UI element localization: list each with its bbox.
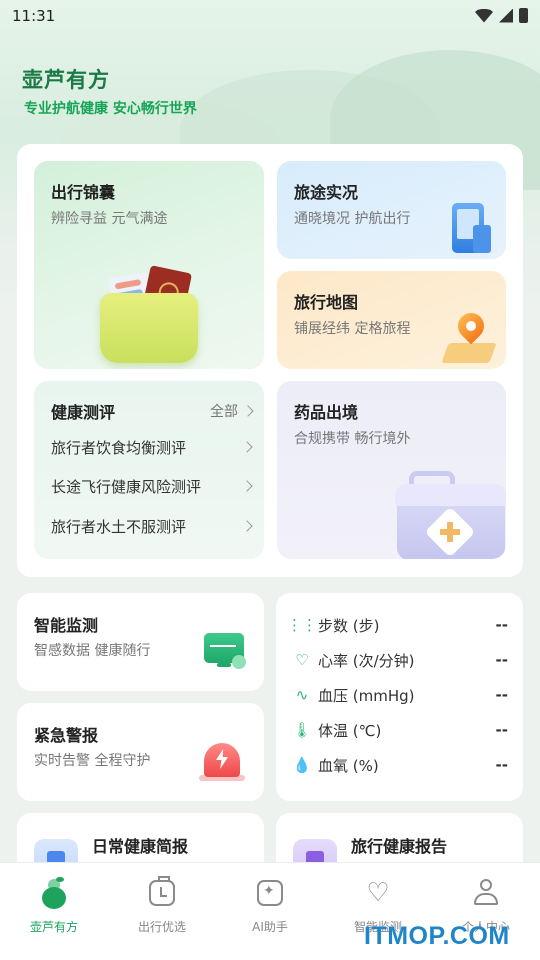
thermometer-icon: 🌡 <box>292 721 312 739</box>
travel-map-tile[interactable]: 旅行地图 铺展经纬 定格旅程 <box>277 271 506 369</box>
phone-icon <box>473 225 491 253</box>
assessment-item-label: 旅行者水土不服测评 <box>51 518 187 536</box>
card-subtitle: 智感数据 健康随行 <box>34 643 151 659</box>
vital-value: -- <box>495 756 508 774</box>
person-icon <box>470 877 502 909</box>
monitor-stand-icon <box>217 663 231 667</box>
assessment-item[interactable]: 旅行者水土不服测评 <box>51 516 253 537</box>
drop-icon: 💧 <box>292 756 312 774</box>
tile-title: 出行锦囊 <box>51 183 116 202</box>
vital-row-blood-pressure: ∿ 血压 (mmHg) -- <box>292 683 508 707</box>
tile-title: 旅行地图 <box>294 293 359 312</box>
feature-panel: 出行锦囊 辨险寻益 元气满途 旅途实况 通晓境况 护航出行 旅行地图 铺展经纬 … <box>17 144 523 577</box>
pulse-icon: ∿ <box>295 686 309 704</box>
status-icons <box>475 8 528 23</box>
travel-tips-tile[interactable]: 出行锦囊 辨险寻益 元气满途 <box>34 161 264 369</box>
folder-front-icon <box>100 293 198 363</box>
tile-title: 旅途实况 <box>294 183 359 202</box>
watermark: ITMOP.COM <box>364 922 510 950</box>
luggage-icon <box>146 876 178 909</box>
assessment-item-label: 旅行者饮食均衡测评 <box>51 439 187 457</box>
map-icon <box>441 343 497 363</box>
card-title: 紧急警报 <box>34 726 99 745</box>
heart-rate-icon: ♡ <box>295 651 309 669</box>
tile-title: 健康测评 <box>51 403 116 422</box>
health-assessment-tile: 健康测评 全部 旅行者饮食均衡测评 长途飞行健康风险测评 旅行者水土不服测评 <box>34 381 264 559</box>
status-time: 11:31 <box>12 7 56 25</box>
vital-label: 血压 (mmHg) <box>318 686 415 705</box>
vital-label: 步数 (步) <box>318 616 380 635</box>
map-pin-icon <box>452 307 490 345</box>
battery-icon <box>519 8 528 23</box>
view-all-label: 全部 <box>210 404 238 420</box>
assessment-item[interactable]: 旅行者饮食均衡测评 <box>51 437 253 458</box>
app-title: 壶芦有方 <box>22 68 110 92</box>
tab-label: 壶芦有方 <box>29 920 78 934</box>
vital-row-heart-rate: ♡ 心率 (次/分钟) -- <box>292 648 508 672</box>
tab-ai-assistant[interactable]: AI助手 <box>216 863 324 960</box>
heart-icon: ♡ <box>366 878 390 908</box>
chevron-right-icon <box>241 520 253 532</box>
vital-row-temperature: 🌡 体温 (℃) -- <box>292 718 508 742</box>
vital-label: 心率 (次/分钟) <box>318 651 415 670</box>
chevron-right-icon <box>241 441 253 453</box>
status-bar: 11:31 <box>0 0 540 32</box>
vitals-card[interactable]: ⋮⋮ 步数 (步) -- ♡ 心率 (次/分钟) -- ∿ 血压 (mmHg) … <box>276 593 523 801</box>
emergency-alarm-card[interactable]: 紧急警报 实时告警 全程守护 <box>17 703 264 801</box>
vital-value: -- <box>495 721 508 739</box>
assessment-item[interactable]: 长途飞行健康风险测评 <box>51 476 253 497</box>
smart-monitor-card[interactable]: 智能监测 智感数据 健康随行 <box>17 593 264 691</box>
tab-label: 出行优选 <box>137 920 186 934</box>
signal-icon <box>499 8 513 23</box>
card-title: 智能监测 <box>34 616 99 635</box>
vital-label: 血氧 (%) <box>318 756 379 775</box>
tab-label: AI助手 <box>252 920 288 934</box>
tile-subtitle: 铺展经纬 定格旅程 <box>294 321 411 337</box>
assessment-item-label: 长途飞行健康风险测评 <box>51 478 202 496</box>
vital-row-steps: ⋮⋮ 步数 (步) -- <box>287 613 508 637</box>
travel-status-tile[interactable]: 旅途实况 通晓境况 护航出行 <box>277 161 506 259</box>
card-title: 日常健康简报 <box>92 837 189 856</box>
chevron-right-icon <box>242 405 254 417</box>
vital-value: -- <box>495 616 508 634</box>
card-subtitle: 实时告警 全程守护 <box>34 753 151 769</box>
vital-label: 体温 (℃) <box>318 721 382 740</box>
vital-value: -- <box>495 651 508 669</box>
wifi-icon <box>475 8 493 23</box>
monitor-badge-icon <box>232 655 246 669</box>
card-title: 旅行健康报告 <box>351 837 448 856</box>
tab-travel-picks[interactable]: 出行优选 <box>108 863 216 960</box>
app-subtitle: 专业护航健康 安心畅行世界 <box>24 101 197 117</box>
vital-value: -- <box>495 686 508 704</box>
sparkle-icon <box>254 877 286 909</box>
footprint-icon: ⋮⋮ <box>287 616 317 634</box>
tile-subtitle: 合规携带 畅行境外 <box>294 431 411 447</box>
vital-row-oxygen: 💧 血氧 (%) -- <box>292 753 508 777</box>
medkit-lid-icon <box>395 484 506 506</box>
chevron-right-icon <box>241 480 253 492</box>
gourd-icon <box>38 877 70 909</box>
tile-subtitle: 通晓境况 护航出行 <box>294 211 411 227</box>
tile-title: 药品出境 <box>294 403 359 422</box>
view-all-link[interactable]: 全部 <box>210 401 254 421</box>
tab-home[interactable]: 壶芦有方 <box>0 863 108 960</box>
medicine-export-tile[interactable]: 药品出境 合规携带 畅行境外 <box>277 381 506 559</box>
tile-subtitle: 辨险寻益 元气满途 <box>51 211 168 227</box>
